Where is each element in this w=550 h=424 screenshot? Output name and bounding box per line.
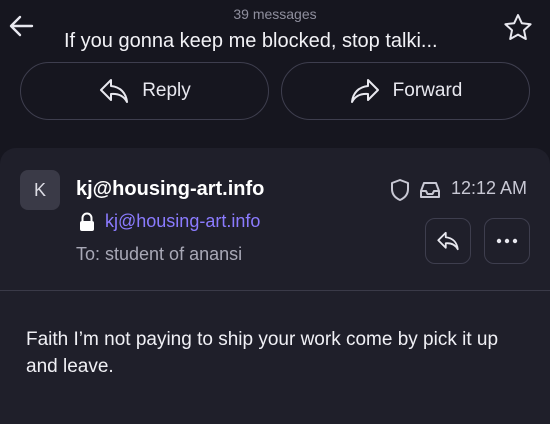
lock-icon [80, 212, 94, 231]
reply-button[interactable]: Reply [20, 62, 269, 120]
more-icon [496, 238, 518, 244]
forward-button[interactable]: Forward [281, 62, 530, 120]
message-card: K kj@housing-art.info kj@housing-art.inf… [0, 148, 550, 424]
message-time: 12:12 AM [451, 178, 528, 198]
email-body: Faith I’m not paying to ship your work c… [26, 329, 499, 377]
reply-label: Reply [142, 80, 191, 101]
reply-icon [100, 79, 129, 103]
reply-icon [437, 231, 459, 251]
forward-icon [350, 79, 379, 103]
forward-label: Forward [392, 80, 463, 101]
shield-icon [391, 179, 409, 201]
recipient-line[interactable]: To: student of anansi [76, 244, 242, 265]
sender-email[interactable]: kj@housing-art.info [105, 211, 260, 232]
email-subject: If you gonna keep me blocked, stop talki… [64, 30, 438, 52]
message-header: 39 messages If you gonna keep me blocked… [0, 0, 550, 150]
avatar: K [20, 170, 60, 210]
star-icon [504, 14, 532, 40]
divider [0, 290, 550, 291]
inbox-icon [420, 182, 440, 198]
quick-reply-button[interactable] [425, 218, 471, 264]
star-button[interactable] [502, 12, 534, 44]
more-options-button[interactable] [484, 218, 530, 264]
sender-name[interactable]: kj@housing-art.info [76, 178, 264, 201]
message-count: 39 messages [233, 6, 317, 22]
